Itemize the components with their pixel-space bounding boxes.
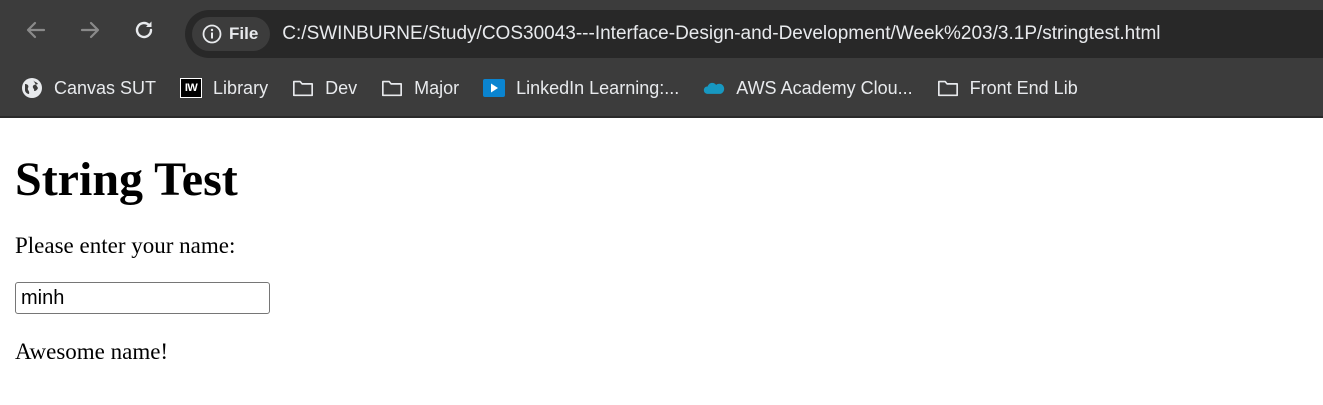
arrow-left-icon	[26, 21, 46, 39]
name-prompt: Please enter your name:	[15, 233, 236, 258]
site-info-chip[interactable]: File	[192, 17, 271, 51]
back-button[interactable]	[22, 16, 50, 44]
bookmark-label: LinkedIn Learning:...	[516, 77, 680, 98]
bookmark-label: AWS Academy Clou...	[736, 77, 913, 98]
bookmark-folder-major[interactable]: Major	[381, 77, 459, 99]
reload-icon	[135, 21, 153, 39]
bookmark-folder-front-end-lib[interactable]: Front End Lib	[937, 77, 1078, 99]
bookmark-aws-academy[interactable]: AWS Academy Clou...	[703, 77, 913, 99]
site-chip-label: File	[229, 24, 259, 43]
result-message: Awesome name!	[15, 339, 169, 364]
bookmarks-bar: Canvas SUT IW Library Dev Major LinkedIn…	[0, 60, 1323, 118]
folder-icon	[292, 77, 314, 99]
browser-toolbar: File C:/SWINBURNE/Study/COS30043---Inter…	[0, 0, 1323, 60]
salesforce-cloud-icon	[703, 77, 725, 99]
address-bar[interactable]: File C:/SWINBURNE/Study/COS30043---Inter…	[185, 10, 1323, 58]
folder-icon	[937, 77, 959, 99]
info-icon	[202, 24, 222, 44]
bookmark-linkedin-learning[interactable]: LinkedIn Learning:...	[483, 77, 679, 99]
bookmark-folder-dev[interactable]: Dev	[292, 77, 357, 99]
reload-button[interactable]	[130, 16, 158, 44]
bookmark-label: Canvas SUT	[54, 77, 157, 98]
linkedin-learning-icon	[483, 77, 506, 99]
url-text[interactable]: C:/SWINBURNE/Study/COS30043---Interface-…	[282, 23, 1160, 45]
iw-logo-icon: IW	[180, 78, 203, 98]
folder-icon	[381, 77, 403, 99]
bookmark-label: Dev	[325, 77, 358, 98]
bookmark-canvas-sut[interactable]: Canvas SUT	[21, 77, 156, 99]
bookmark-library[interactable]: IW Library	[180, 78, 268, 99]
arrow-right-icon	[80, 21, 100, 39]
browser-chrome: File C:/SWINBURNE/Study/COS30043---Inter…	[0, 0, 1323, 118]
page-title: String Test	[15, 153, 238, 206]
globe-icon	[21, 77, 43, 99]
bookmark-label: Front End Lib	[969, 77, 1078, 98]
forward-button[interactable]	[76, 16, 104, 44]
page-content: String Test Please enter your name: Awes…	[0, 118, 1323, 366]
bookmark-label: Library	[213, 77, 269, 98]
name-input[interactable]	[15, 282, 270, 314]
bookmark-label: Major	[414, 77, 460, 98]
